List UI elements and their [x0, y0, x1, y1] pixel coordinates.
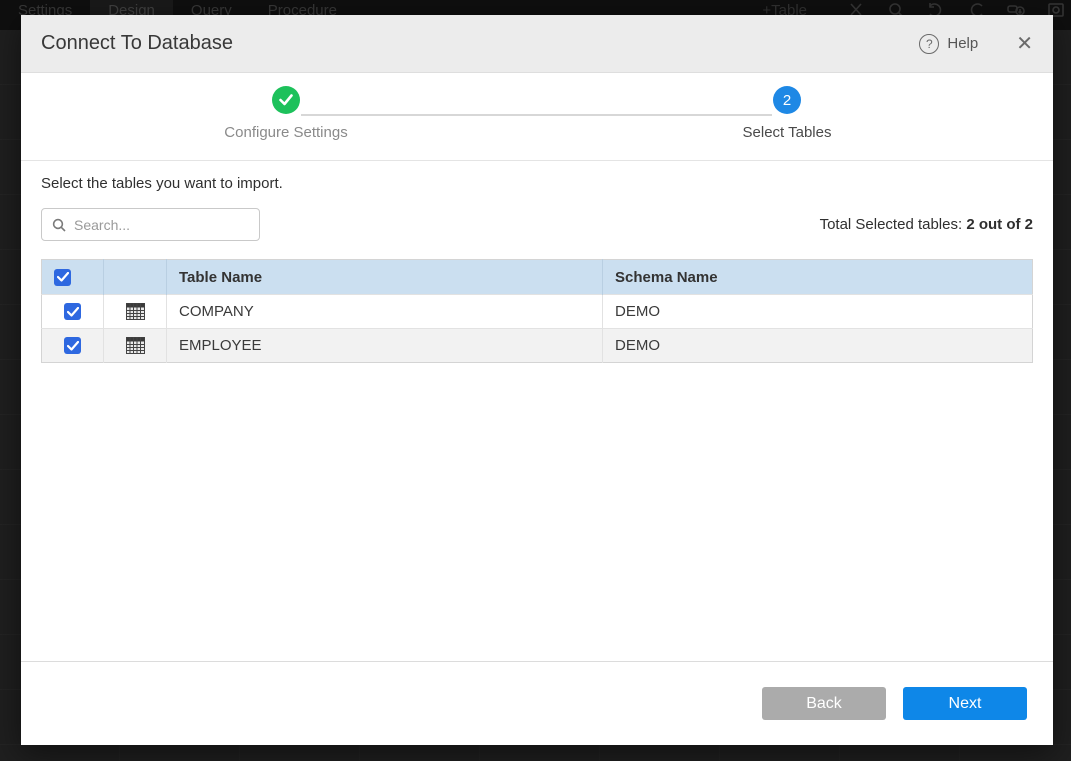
search-box[interactable]	[41, 208, 260, 241]
table-name-cell: COMPANY	[167, 295, 603, 329]
schema-name-cell: DEMO	[603, 329, 1033, 363]
select-all-checkbox[interactable]	[54, 269, 71, 286]
connect-to-database-dialog: Connect To Database ? Help ✕ Configure S…	[21, 15, 1053, 745]
next-button[interactable]: Next	[903, 687, 1027, 720]
total-selected-text: Total Selected tables: 2 out of 2	[820, 216, 1033, 233]
table-toolbar: Total Selected tables: 2 out of 2	[41, 208, 1033, 241]
schema-name-cell: DEMO	[603, 295, 1033, 329]
step-select-tables[interactable]: 2 Select Tables	[687, 86, 887, 141]
table-name-header: Table Name	[167, 260, 603, 295]
table-row[interactable]: EMPLOYEE DEMO	[42, 329, 1033, 363]
table-body: COMPANY DEMO EMPLOYEE DEMO	[42, 295, 1033, 363]
step-complete-icon	[272, 86, 300, 114]
search-input[interactable]	[74, 217, 249, 233]
select-all-header-cell	[42, 260, 104, 295]
table-name-cell: EMPLOYEE	[167, 329, 603, 363]
table-row[interactable]: COMPANY DEMO	[42, 295, 1033, 329]
tables-list: Table Name Schema Name COMPANY DEMO	[41, 259, 1033, 363]
dialog-footer: Back Next	[21, 661, 1053, 745]
search-icon	[52, 218, 66, 232]
close-icon[interactable]: ✕	[1016, 34, 1033, 54]
dialog-body: Select the tables you want to import. To…	[21, 161, 1053, 363]
table-grid-icon	[126, 303, 145, 320]
help-icon: ?	[919, 34, 939, 54]
wizard-stepper: Configure Settings 2 Select Tables	[21, 73, 1053, 161]
icon-header-cell	[104, 260, 167, 295]
total-selected-count: 2 out of 2	[966, 216, 1033, 233]
instruction-text: Select the tables you want to import.	[41, 175, 1033, 192]
table-grid-icon	[126, 337, 145, 354]
help-button[interactable]: ? Help	[919, 34, 978, 54]
dialog-header: Connect To Database ? Help ✕	[21, 15, 1053, 73]
row-checkbox[interactable]	[64, 337, 81, 354]
table-header-row: Table Name Schema Name	[42, 260, 1033, 295]
row-checkbox[interactable]	[64, 303, 81, 320]
schema-name-header: Schema Name	[603, 260, 1033, 295]
dialog-title: Connect To Database	[41, 32, 233, 55]
step-number-badge: 2	[773, 86, 801, 114]
step-label: Configure Settings	[186, 124, 386, 141]
step-label: Select Tables	[687, 124, 887, 141]
back-button[interactable]: Back	[762, 687, 886, 720]
step-configure-settings[interactable]: Configure Settings	[186, 86, 386, 141]
help-label: Help	[947, 35, 978, 52]
